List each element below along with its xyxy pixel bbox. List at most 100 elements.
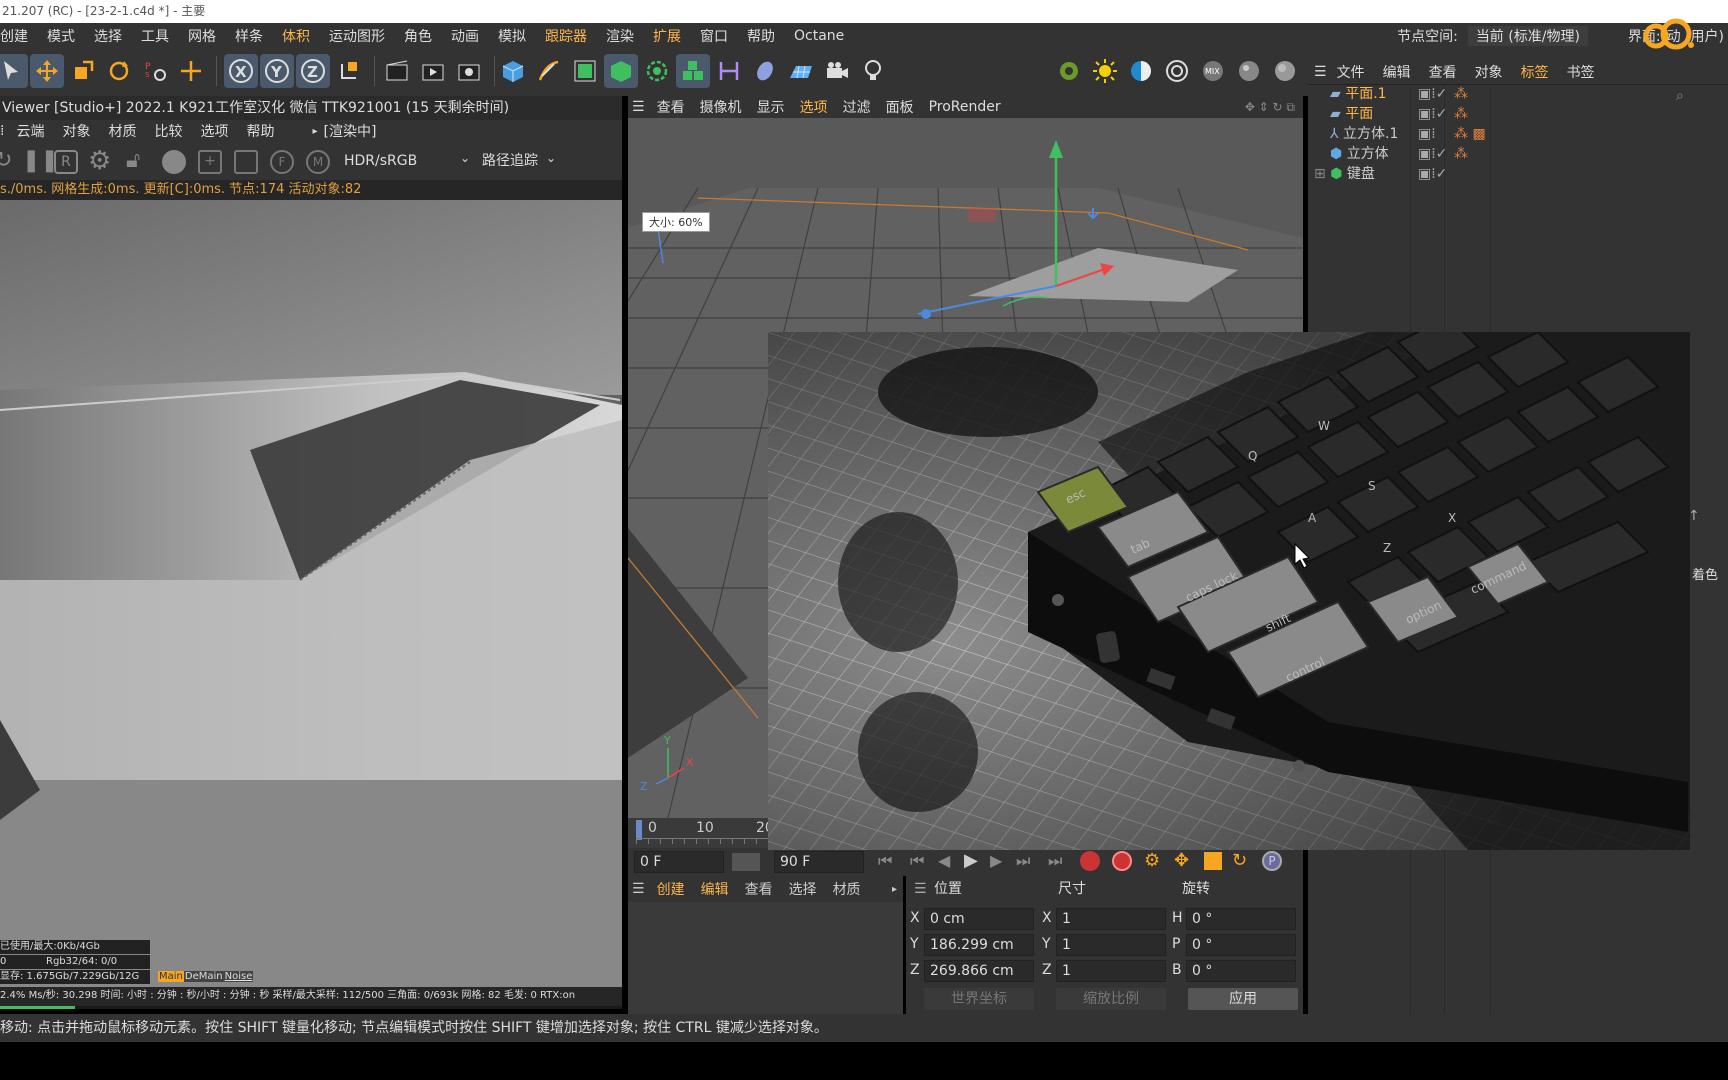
extrude-generator-icon[interactable] <box>604 54 638 88</box>
pen-tool-icon[interactable] <box>532 54 566 88</box>
menu-item[interactable]: 体积 <box>282 26 310 46</box>
menu-item[interactable]: 样条 <box>235 26 263 46</box>
menu-item[interactable]: 模拟 <box>498 26 526 46</box>
menu-item[interactable]: 编辑 <box>701 879 729 899</box>
menu-item[interactable]: 创建 <box>657 879 685 899</box>
object-row[interactable]: ▰ 平面 ▣⁞✓ ⁂ <box>1330 104 1468 124</box>
position-z-field[interactable]: 269.866 cm <box>924 960 1034 982</box>
menu-item[interactable]: ⁞ <box>0 123 4 139</box>
tab-demain[interactable]: DeMain <box>183 971 224 982</box>
coordinate-system-icon[interactable] <box>332 54 366 88</box>
menu-item[interactable]: 角色 <box>404 26 432 46</box>
menu-item[interactable]: 查看 <box>745 879 773 899</box>
keyframe-settings-icon[interactable]: ⚙ <box>1144 850 1160 871</box>
apply-button[interactable]: 应用 <box>1188 988 1298 1010</box>
material-preview-icon[interactable] <box>162 150 186 174</box>
hamburger-icon[interactable]: ☰ <box>914 876 927 902</box>
rotation-h-field[interactable]: 0 ° <box>1186 908 1296 930</box>
size-y-field[interactable]: 1 <box>1056 934 1166 956</box>
world-coords-select[interactable]: 世界坐标 <box>924 988 1034 1010</box>
region-render-icon[interactable]: R <box>54 150 78 174</box>
scale-tool-icon[interactable] <box>66 54 100 88</box>
search-icon[interactable]: ⌕ <box>1676 88 1684 104</box>
menu-item[interactable]: 过滤 <box>843 97 871 117</box>
x-axis-lock-icon[interactable]: X <box>224 54 258 88</box>
render-settings-icon[interactable] <box>452 54 486 88</box>
current-frame-field[interactable]: 0 F <box>634 851 724 873</box>
move-tool-icon[interactable] <box>30 54 64 88</box>
tag-icon[interactable]: ⁂ <box>1454 84 1468 104</box>
deformer-icon[interactable] <box>712 54 746 88</box>
frame-icon[interactable] <box>234 150 258 174</box>
tag-icon[interactable]: ⁂ ▩ <box>1454 124 1486 144</box>
frame-range-slider[interactable] <box>732 853 760 871</box>
hamburger-icon[interactable]: ☰ <box>632 881 645 897</box>
octane-glossy-material-icon[interactable] <box>1232 54 1266 88</box>
tab-noise[interactable]: Noise <box>223 971 254 982</box>
play-icon[interactable]: ▶ <box>964 850 978 871</box>
menu-item[interactable]: 选择 <box>789 879 817 899</box>
end-frame-field[interactable]: 90 F <box>774 851 864 873</box>
menu-item[interactable]: 显示 <box>757 97 785 117</box>
menu-item[interactable]: 摄像机 <box>700 97 742 117</box>
skip-start-icon[interactable]: ⏮ <box>910 851 924 871</box>
menu-item[interactable]: 对象 <box>1475 62 1503 82</box>
menu-item[interactable]: 扩展 <box>653 26 681 46</box>
object-row[interactable]: ⅄ 立方体.1 ▣⁞ ⁂ ▩ <box>1330 124 1486 144</box>
object-row[interactable]: ⊞ ⬢ 键盘 ▣⁞✓ <box>1314 164 1447 184</box>
menu-item[interactable]: 创建 <box>0 26 28 46</box>
prev-frame-icon[interactable]: ◀ <box>938 851 950 870</box>
tab-main[interactable]: Main <box>158 971 184 982</box>
key-parameter-icon[interactable]: P <box>1262 851 1282 871</box>
record-icon[interactable] <box>1080 851 1100 871</box>
field-icon[interactable] <box>748 54 782 88</box>
octane-daylight-icon[interactable] <box>1088 54 1122 88</box>
octane-settings-icon[interactable] <box>1052 54 1086 88</box>
playhead[interactable] <box>636 820 642 840</box>
key-scale-icon[interactable] <box>1204 852 1222 870</box>
menu-item[interactable]: 渲染 <box>606 26 634 46</box>
menu-item[interactable]: 查看 <box>657 97 685 117</box>
autokey-icon[interactable] <box>1112 851 1132 871</box>
edit-flag-icon[interactable]: ▣⁞✓ <box>1418 164 1447 184</box>
expand-arrow-icon[interactable]: ▸ <box>892 884 897 895</box>
rotation-b-field[interactable]: 0 ° <box>1186 960 1296 982</box>
tag-icon[interactable]: ⁂ <box>1454 144 1468 164</box>
menu-item[interactable]: 选项 <box>800 97 828 117</box>
octane-mix-material-icon[interactable]: MIX <box>1196 54 1230 88</box>
menu-item[interactable]: 模式 <box>47 26 75 46</box>
focus-pick-icon[interactable]: F <box>270 150 294 174</box>
menu-item[interactable]: 云端 <box>16 121 44 141</box>
skip-end-icon[interactable]: ⏭ <box>1016 851 1030 871</box>
menu-item[interactable]: 材质 <box>833 879 861 899</box>
z-axis-lock-icon[interactable]: Z <box>296 54 330 88</box>
menu-item[interactable]: 跟踪器 <box>545 26 587 46</box>
tag-icon[interactable]: ⁂ <box>1454 104 1468 124</box>
edit-flag-icon[interactable]: ▣⁞✓ <box>1418 84 1447 104</box>
menu-item[interactable]: 窗口 <box>700 26 728 46</box>
subdivision-icon[interactable] <box>568 54 602 88</box>
cube-primitive-icon[interactable] <box>496 54 530 88</box>
menu-item[interactable]: 材质 <box>108 121 136 141</box>
y-axis-lock-icon[interactable]: Y <box>260 54 294 88</box>
size-x-field[interactable]: 1 <box>1056 908 1166 930</box>
axis-tool-icon[interactable] <box>174 54 208 88</box>
menu-item[interactable]: 运动图形 <box>329 26 385 46</box>
size-z-field[interactable]: 1 <box>1056 960 1166 982</box>
octane-hdri-icon[interactable] <box>1124 54 1158 88</box>
key-position-icon[interactable]: ✥ <box>1174 850 1189 871</box>
menu-item[interactable]: 帮助 <box>747 26 775 46</box>
camera-icon[interactable] <box>820 54 854 88</box>
rotate-tool-icon[interactable] <box>102 54 136 88</box>
menu-item[interactable]: 对象 <box>62 121 90 141</box>
add-icon[interactable]: + <box>198 150 222 174</box>
side-tab-label[interactable]: 着色 <box>1692 564 1718 583</box>
hamburger-icon[interactable]: ☰ <box>1314 64 1327 80</box>
menu-item[interactable]: ProRender <box>929 99 1001 115</box>
object-row[interactable]: ⬢ 立方体 ▣⁞✓ ⁂ <box>1330 144 1468 164</box>
material-area[interactable] <box>628 902 903 1014</box>
menu-item[interactable]: 动画 <box>451 26 479 46</box>
render-picture-viewer-icon[interactable] <box>416 54 450 88</box>
expand-icon[interactable]: ⊞ <box>1314 166 1326 182</box>
menu-item[interactable]: 帮助 <box>246 121 274 141</box>
